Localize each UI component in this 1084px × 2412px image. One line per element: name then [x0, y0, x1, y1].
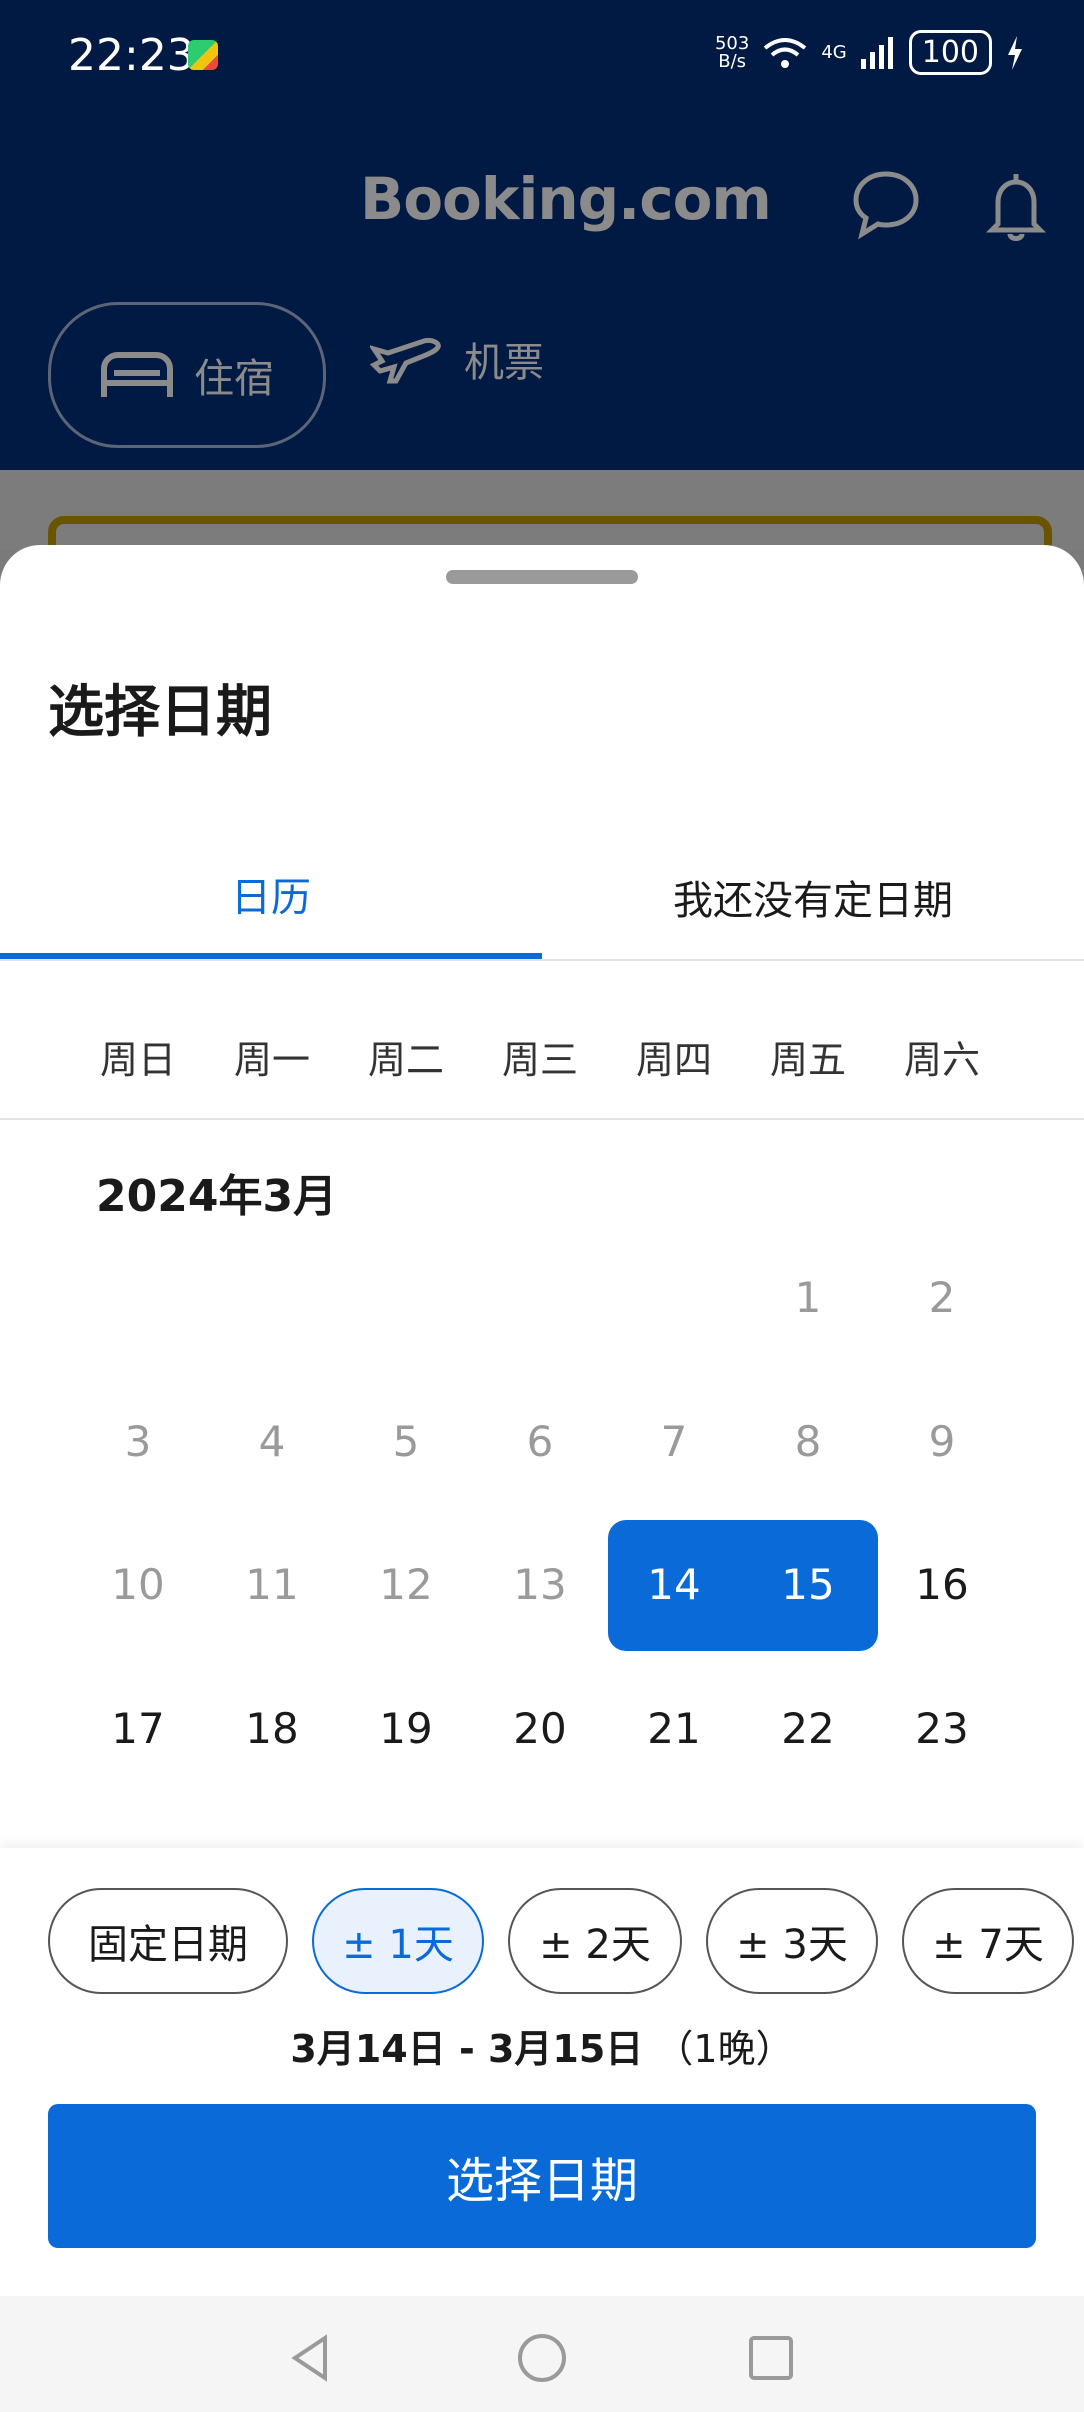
- chip-plus-minus-3[interactable]: ± 3天: [706, 1888, 878, 1994]
- date-mode-tabs: 日历 我还没有定日期: [0, 835, 1084, 961]
- weekday-mon: 周一: [233, 1038, 310, 1082]
- day-cell: 10: [111, 1560, 165, 1609]
- status-time: 22:23: [68, 30, 195, 81]
- flex-date-footer: 固定日期 ± 1天 ± 2天 ± 3天 ± 7天 3月14日 - 3月15日 （…: [0, 1848, 1084, 2296]
- charging-icon: [1008, 35, 1022, 70]
- sheet-title: 选择日期: [48, 680, 272, 745]
- day-cell-selected-start[interactable]: 14: [607, 1555, 741, 1615]
- day-cell: 3: [124, 1417, 152, 1466]
- date-summary: 3月14日 - 3月15日 （1晚）: [0, 2018, 1084, 2073]
- cell-signal-icon: [860, 36, 893, 69]
- day-cell[interactable]: 20: [473, 1699, 607, 1759]
- day-cell[interactable]: 22: [741, 1699, 875, 1759]
- chip-exact-date[interactable]: 固定日期: [48, 1888, 288, 1994]
- battery-level: 100: [908, 30, 992, 75]
- bed-icon: [101, 352, 173, 397]
- day-cell[interactable]: 21: [607, 1699, 741, 1759]
- back-icon[interactable]: [285, 2332, 337, 2384]
- month-label: 2024年3月: [96, 1171, 338, 1222]
- weekday-fri: 周五: [769, 1038, 846, 1082]
- day-cell[interactable]: 19: [339, 1699, 473, 1759]
- chip-plus-minus-2[interactable]: ± 2天: [508, 1888, 682, 1994]
- day-cell[interactable]: 17: [71, 1699, 205, 1759]
- weekday-wed: 周三: [501, 1038, 578, 1082]
- day-cell: 9: [928, 1417, 956, 1466]
- summary-dates: 3月14日 - 3月15日: [290, 2027, 644, 2071]
- status-indicators: 503 B/s 4G 100: [715, 30, 1024, 75]
- tab-stays[interactable]: 住宿: [48, 302, 326, 448]
- tab-stays-label: 住宿: [194, 356, 274, 402]
- day-cell-selected-end[interactable]: 15: [741, 1555, 875, 1615]
- day-cell: 13: [513, 1560, 567, 1609]
- weekday-sun: 周日: [99, 1038, 176, 1082]
- app-header: 22:23 503 B/s 4G 100 Booking.com 住宿 机票: [0, 0, 1084, 470]
- tab-flights-label: 机票: [464, 340, 544, 386]
- summary-nights: （1晚）: [655, 2027, 794, 2071]
- brand-logo: Booking.com: [360, 165, 772, 233]
- day-cell: 4: [258, 1417, 286, 1466]
- weekday-header: 周日 周一 周二 周三 周四 周五 周六: [0, 1030, 1084, 1120]
- day-cell: 1: [794, 1273, 822, 1322]
- tab-calendar[interactable]: 日历: [0, 835, 542, 959]
- net-speed: 503 B/s: [714, 32, 750, 72]
- airplane-icon: [370, 338, 441, 384]
- day-cell[interactable]: 16: [875, 1555, 1009, 1615]
- day-cell: 6: [526, 1417, 554, 1466]
- chat-icon[interactable]: [850, 168, 922, 240]
- select-dates-button[interactable]: 选择日期: [48, 2104, 1036, 2248]
- chip-plus-minus-7[interactable]: ± 7天: [902, 1888, 1074, 1994]
- weekday-tue: 周二: [367, 1038, 444, 1082]
- day-cell: 11: [245, 1560, 299, 1609]
- day-cell: 2: [928, 1273, 956, 1322]
- sheet-handle[interactable]: [446, 570, 638, 584]
- play-games-icon: [188, 40, 218, 70]
- day-cell: 12: [379, 1560, 433, 1609]
- wifi-icon: [764, 37, 807, 68]
- recents-icon[interactable]: [745, 2332, 797, 2384]
- tab-flights[interactable]: 机票: [370, 330, 544, 388]
- weekday-thu: 周四: [635, 1038, 712, 1082]
- status-bar: 22:23 503 B/s 4G 100: [0, 0, 1084, 110]
- signal-label: 4G: [821, 42, 847, 63]
- chip-plus-minus-1[interactable]: ± 1天: [312, 1888, 484, 1994]
- day-cell: 8: [794, 1417, 822, 1466]
- weekday-sat: 周六: [903, 1038, 980, 1082]
- day-cell[interactable]: 18: [205, 1699, 339, 1759]
- day-cell: 7: [660, 1417, 688, 1466]
- day-cell: 5: [392, 1417, 420, 1466]
- system-nav-bar: [0, 2296, 1084, 2412]
- home-icon[interactable]: [516, 2332, 568, 2384]
- tab-no-date[interactable]: 我还没有定日期: [542, 835, 1084, 959]
- day-cell[interactable]: 23: [875, 1699, 1009, 1759]
- bell-icon[interactable]: [980, 168, 1052, 244]
